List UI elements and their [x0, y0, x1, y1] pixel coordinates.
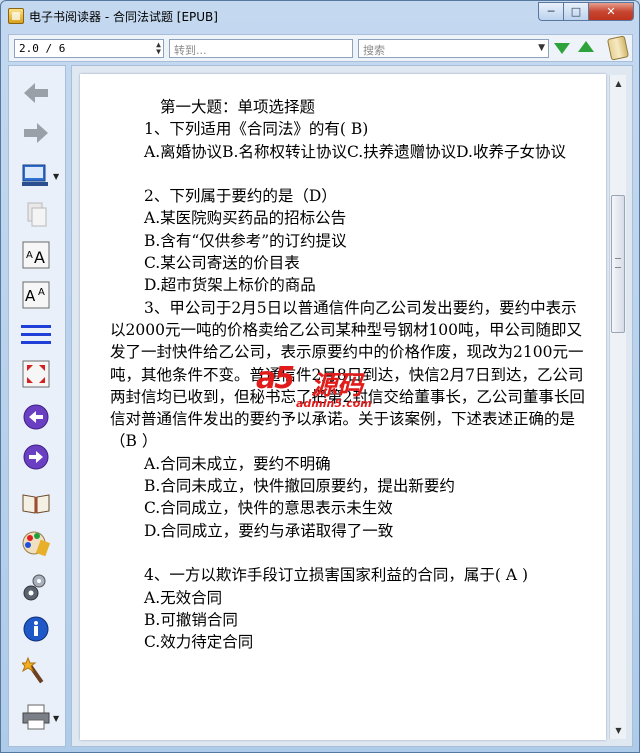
- option-line: C.效力待定合同: [144, 633, 254, 652]
- close-button[interactable]: ✕: [588, 2, 634, 21]
- spin-arrows-icon[interactable]: ▲ ▼: [156, 41, 161, 56]
- question-line: 2、下列属于要约的是（D）: [144, 187, 337, 206]
- option-line: A.某医院购买药品的招标公告: [144, 209, 347, 228]
- page-spinbox[interactable]: 2.0 / 6 ▲ ▼: [14, 39, 164, 58]
- back-icon[interactable]: [20, 78, 52, 108]
- svg-text:A: A: [25, 287, 36, 305]
- view-mode-chevron-icon[interactable]: ▼: [53, 172, 59, 181]
- scroll-down-icon[interactable]: ▼: [610, 722, 627, 739]
- copy-icon[interactable]: [20, 200, 52, 230]
- page-value: 2.0 / 6: [19, 42, 66, 55]
- option-line: A.合同未成立，要约不明确: [144, 454, 331, 473]
- view-mode-icon[interactable]: [20, 160, 52, 190]
- open-book-icon[interactable]: [20, 488, 52, 518]
- option-line: B.可撤销合同: [144, 610, 238, 629]
- magic-wand-icon[interactable]: [20, 656, 52, 686]
- find-next-icon[interactable]: [554, 43, 570, 54]
- question-line: 1、下列适用《合同法》的有( B): [144, 120, 369, 139]
- scroll-up-icon[interactable]: ▲: [610, 75, 627, 92]
- font-decrease-icon[interactable]: AA: [20, 280, 52, 310]
- chevron-down-icon[interactable]: ▼: [538, 43, 545, 53]
- option-line: D.超市货架上标价的商品: [144, 276, 316, 295]
- title-bar: 电子书阅读器 - 合同法试题 [EPUB] ─ □ ✕: [1, 1, 639, 31]
- app-book-icon: [8, 8, 24, 24]
- tool-sidebar: ▼ AA AA ▼: [8, 65, 66, 747]
- watermark-logo-mark: a5: [256, 361, 295, 396]
- theme-palette-icon[interactable]: [20, 528, 52, 558]
- forward-icon[interactable]: [20, 118, 52, 148]
- goto-input[interactable]: 转到...: [169, 39, 353, 58]
- app-window: 电子书阅读器 - 合同法试题 [EPUB] ─ □ ✕ 2.0 / 6 ▲ ▼ 转…: [0, 0, 640, 753]
- svg-text:A: A: [34, 248, 45, 267]
- font-increase-icon[interactable]: AA: [20, 240, 52, 270]
- window-title: 电子书阅读器 - 合同法试题 [EPUB]: [29, 10, 218, 24]
- vertical-scrollbar[interactable]: ▲ ▼: [609, 75, 626, 739]
- svg-text:A: A: [38, 287, 45, 298]
- scroll-icon[interactable]: [606, 35, 630, 61]
- option-line: A.无效合同: [144, 588, 223, 607]
- option-line: C.某公司寄送的价目表: [144, 254, 300, 273]
- find-previous-icon[interactable]: [578, 41, 594, 52]
- minimize-button[interactable]: ─: [538, 2, 564, 21]
- option-line: B.合同未成立，快件撤回原要约，提出新要约: [144, 477, 455, 496]
- option-line: A.离婚协议B.名称权转让协议C.扶养遗赠协议D.收养子女协议: [144, 142, 566, 161]
- scrollbar-thumb[interactable]: [611, 195, 625, 333]
- section-heading: 第一大题：单项选择题: [160, 98, 316, 116]
- question-line: 4、一方以欺诈手段订立损害国家利益的合同，属于( A ): [144, 566, 529, 585]
- info-icon[interactable]: [20, 614, 52, 644]
- option-line: C.合同成立，快件的意思表示未生效: [144, 499, 393, 518]
- line-spacing-icon[interactable]: [20, 320, 52, 350]
- option-line: B.含有“仅供参考”的订约提议: [144, 231, 347, 250]
- print-chevron-icon[interactable]: ▼: [53, 714, 59, 723]
- watermark-logo: a5 源码 admin5.com: [256, 361, 396, 417]
- search-placeholder: 搜索: [363, 44, 385, 57]
- previous-page-icon[interactable]: [20, 402, 52, 432]
- goto-placeholder: 转到...: [174, 44, 207, 57]
- toolbar: 2.0 / 6 ▲ ▼ 转到... 搜索 ▼: [8, 34, 633, 62]
- print-icon[interactable]: [20, 702, 52, 732]
- svg-text:A: A: [26, 250, 33, 261]
- maximize-button[interactable]: □: [563, 2, 589, 21]
- option-line: D.合同成立，要约与承诺取得了一致: [144, 521, 394, 540]
- search-input[interactable]: 搜索 ▼: [358, 39, 549, 58]
- watermark-url: admin5.com: [296, 397, 372, 410]
- fullscreen-icon[interactable]: [20, 359, 52, 389]
- next-page-icon[interactable]: [20, 442, 52, 472]
- settings-gears-icon[interactable]: [20, 572, 52, 602]
